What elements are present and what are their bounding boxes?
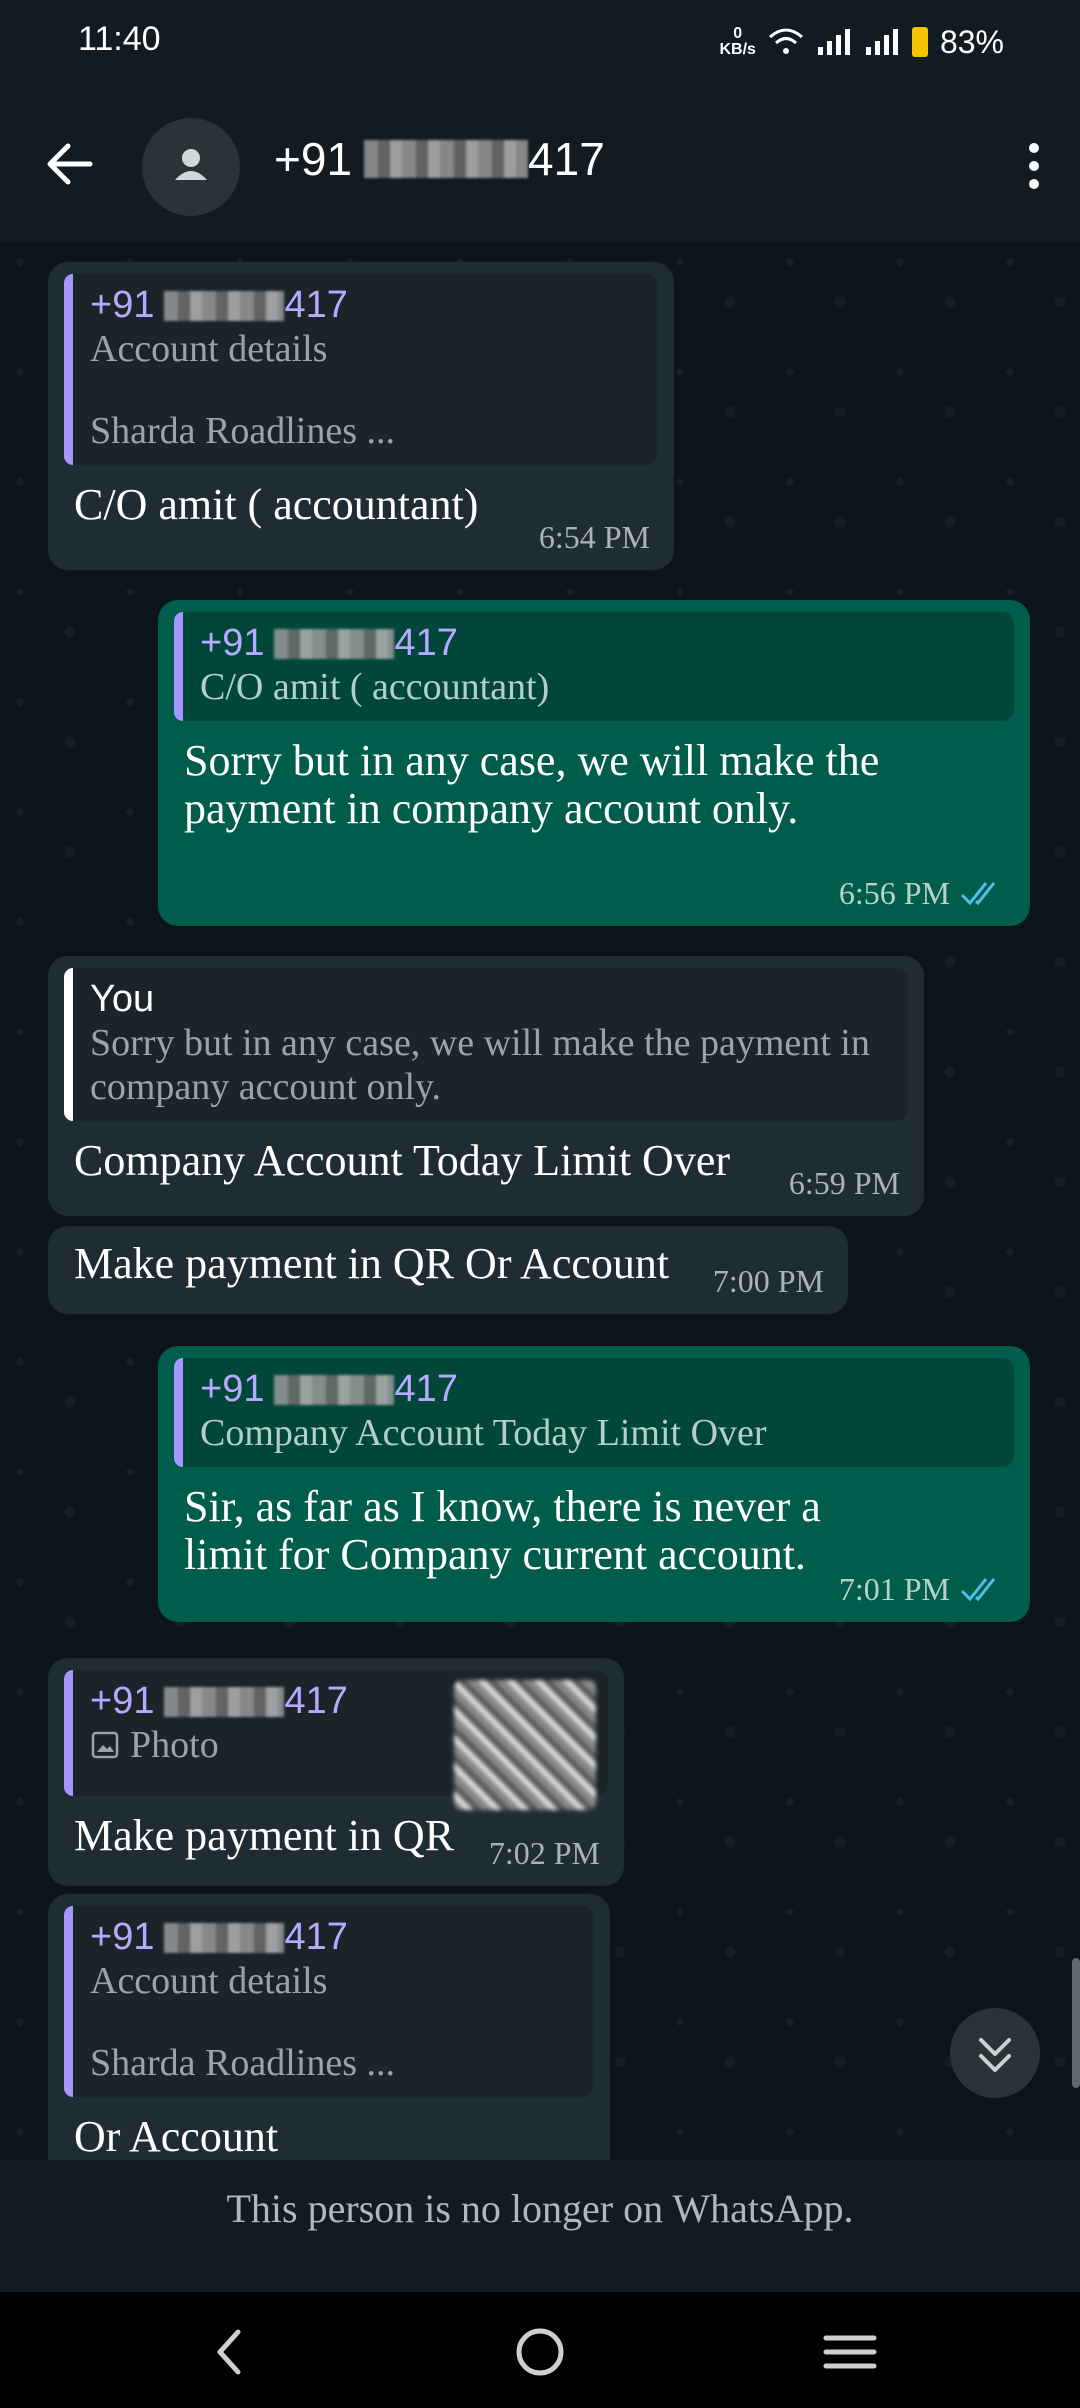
nav-recents-icon[interactable] bbox=[820, 2326, 880, 2378]
message-incoming[interactable]: +91 417 Account details Sharda Roadlines … bbox=[48, 1894, 610, 2160]
double-check-icon bbox=[960, 1577, 996, 1601]
redacted-digits bbox=[274, 1374, 395, 1405]
nav-home-icon[interactable] bbox=[510, 2326, 570, 2378]
battery-icon bbox=[911, 27, 928, 57]
message-outgoing[interactable]: +91 417 Company Account Today Limit Over … bbox=[158, 1346, 1030, 1622]
scroll-to-bottom-button[interactable] bbox=[950, 2008, 1040, 2098]
signal-icon-2 bbox=[865, 29, 898, 55]
quoted-message[interactable]: +91 417 Company Account Today Limit Over bbox=[174, 1358, 1014, 1467]
message-incoming[interactable]: +91 417 Photo Make payment in QR 7:02 PM bbox=[48, 1658, 624, 1886]
quoted-message[interactable]: +91 417 C/O amit ( accountant) bbox=[174, 612, 1014, 721]
redacted-digits bbox=[274, 628, 395, 659]
message-text: Sir, as far as I know, there is never a … bbox=[184, 1482, 821, 1579]
message-incoming[interactable]: +91 417 Account details Sharda Roadlines … bbox=[48, 262, 674, 570]
back-arrow-icon[interactable] bbox=[40, 134, 100, 194]
more-options-icon[interactable] bbox=[1014, 136, 1054, 196]
system-nav-bar bbox=[0, 2292, 1080, 2408]
wifi-icon bbox=[768, 28, 803, 54]
message-time: 7:00 PM bbox=[712, 1263, 824, 1299]
person-icon bbox=[175, 149, 207, 180]
message-time: 7:01 PM bbox=[838, 1571, 950, 1607]
status-bar: 11:40 0 KB/s 83% bbox=[0, 0, 1080, 86]
network-speed: 0 KB/s bbox=[719, 25, 756, 58]
message-outgoing[interactable]: +91 417 C/O amit ( accountant) Sorry but … bbox=[158, 600, 1030, 926]
chat-header: +91 417 bbox=[0, 86, 1080, 242]
message-incoming[interactable]: You Sorry but in any case, we will make … bbox=[48, 956, 924, 1216]
message-text: Or Account bbox=[74, 2112, 279, 2161]
message-time: 7:02 PM bbox=[488, 1835, 600, 1871]
quoted-message[interactable]: +91 417 Account details Sharda Roadlines … bbox=[64, 274, 658, 465]
battery-percent: 83% bbox=[939, 23, 1004, 60]
quoted-message[interactable]: +91 417 Account details Sharda Roadlines … bbox=[64, 1906, 594, 2097]
status-icons: 0 KB/s 83% bbox=[720, 22, 1005, 62]
message-text: Company Account Today Limit Over bbox=[74, 1136, 731, 1185]
scrollbar[interactable] bbox=[1072, 1958, 1080, 2088]
message-time: 6:56 PM bbox=[838, 875, 950, 911]
message-text: Sorry but in any case, we will make the … bbox=[184, 736, 880, 833]
contact-avatar[interactable] bbox=[142, 118, 240, 216]
double-check-icon bbox=[960, 881, 996, 905]
signal-icon bbox=[817, 29, 850, 55]
message-incoming[interactable]: Make payment in QR Or Account 7:00 PM bbox=[48, 1226, 848, 1314]
qr-code-thumbnail[interactable] bbox=[454, 1680, 596, 1810]
redacted-digits bbox=[164, 290, 285, 321]
status-time: 11:40 bbox=[78, 20, 161, 58]
redacted-digits bbox=[164, 1686, 285, 1717]
message-time: 6:54 PM bbox=[538, 519, 650, 555]
contact-name[interactable]: +91 417 bbox=[274, 132, 605, 186]
redacted-digits bbox=[364, 140, 529, 178]
photo-icon bbox=[91, 1731, 119, 1759]
nav-back-icon[interactable] bbox=[200, 2326, 260, 2378]
redacted-digits bbox=[164, 1922, 285, 1953]
quoted-message[interactable]: +91 417 Photo bbox=[64, 1670, 608, 1810]
double-chevron-down-icon bbox=[979, 2038, 1011, 2072]
no-longer-on-whatsapp-notice: This person is no longer on WhatsApp. bbox=[0, 2160, 1080, 2292]
quoted-message[interactable]: You Sorry but in any case, we will make … bbox=[64, 968, 908, 1121]
chat-area[interactable]: +91 417 Account details Sharda Roadlines … bbox=[0, 242, 1080, 2160]
message-time: 6:59 PM bbox=[788, 1165, 900, 1201]
